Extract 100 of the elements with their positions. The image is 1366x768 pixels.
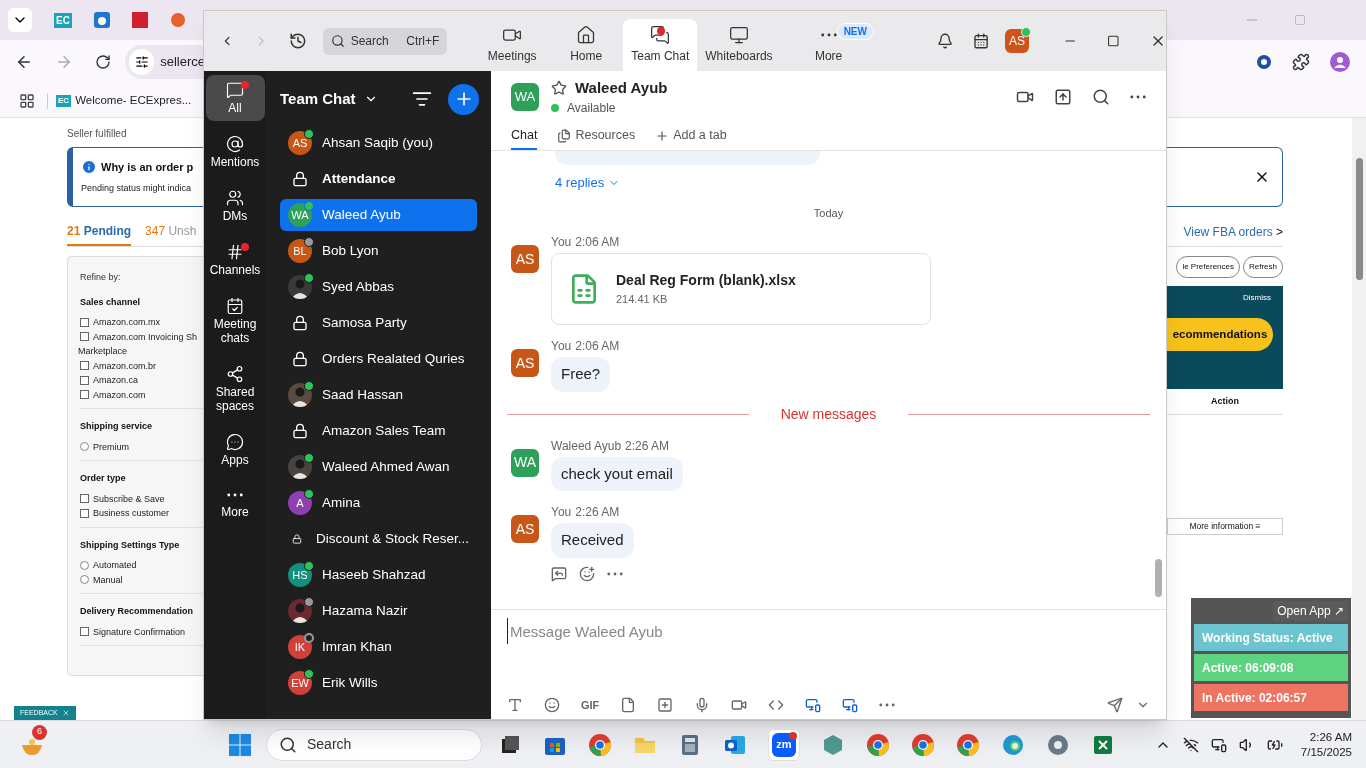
- file-icon[interactable]: [620, 697, 637, 713]
- dismiss-link[interactable]: Dismiss: [1243, 292, 1271, 304]
- chat-tab[interactable]: Chat: [511, 123, 538, 150]
- recommendations-button[interactable]: ecommendations: [1167, 318, 1273, 351]
- file-card[interactable]: Deal Reg Form (blank).xlsx 214.41 KB: [551, 253, 931, 325]
- sidebar-item[interactable]: Channels: [205, 237, 265, 283]
- format-icon[interactable]: [507, 697, 523, 713]
- checkbox[interactable]: [80, 332, 89, 342]
- send-icon[interactable]: [1107, 697, 1123, 713]
- checkbox[interactable]: [80, 361, 89, 371]
- bell-icon[interactable]: [936, 32, 953, 50]
- search-icon[interactable]: [1092, 88, 1110, 106]
- sidebar-item[interactable]: DMs: [205, 183, 265, 229]
- extensions-icon[interactable]: [1292, 53, 1310, 71]
- nav-tab[interactable]: Team Chat: [623, 19, 698, 71]
- chat-tab[interactable]: Resources: [557, 123, 636, 150]
- gear-icon[interactable]: [1046, 732, 1070, 757]
- calendar-icon[interactable]: [972, 32, 989, 50]
- open-app-button[interactable]: Open App ↗: [1273, 601, 1348, 621]
- history-icon[interactable]: [288, 31, 307, 51]
- browser-icon[interactable]: [911, 732, 935, 757]
- app-icon[interactable]: [131, 12, 148, 28]
- network-icon[interactable]: [1182, 736, 1199, 753]
- search-field[interactable]: Search Ctrl+F: [322, 27, 448, 55]
- filter-icon[interactable]: [412, 89, 432, 109]
- browser-icon[interactable]: [956, 732, 980, 757]
- app-icon[interactable]: [169, 12, 186, 28]
- chat-list-item[interactable]: AS Ahsan Saqib (you): [280, 127, 477, 159]
- more-icon[interactable]: [879, 703, 896, 707]
- list-title[interactable]: Team Chat: [280, 87, 356, 111]
- nav-tab[interactable]: NEW More: [780, 19, 877, 71]
- extension-icon[interactable]: [1256, 54, 1272, 70]
- chat-list-item[interactable]: A Amina: [280, 487, 477, 519]
- order-tab[interactable]: 21 Pending: [67, 217, 132, 246]
- checkbox[interactable]: [80, 390, 89, 400]
- sidebar-item[interactable]: Mentions: [205, 129, 265, 175]
- checkbox[interactable]: [80, 508, 89, 518]
- app-icon[interactable]: [821, 732, 845, 757]
- fba-orders-link[interactable]: View FBA orders >: [1183, 222, 1283, 241]
- browser-icon[interactable]: [588, 732, 612, 757]
- sidebar-item[interactable]: Apps: [205, 427, 265, 473]
- more-information-button[interactable]: More information ≡: [1167, 518, 1283, 535]
- checkbox[interactable]: [80, 317, 89, 327]
- apps-grid-icon[interactable]: [19, 92, 35, 109]
- message-field[interactable]: Message Waleed Ayub: [507, 618, 1150, 644]
- sidebar-item[interactable]: All: [205, 75, 265, 121]
- star-icon[interactable]: [551, 80, 567, 96]
- screenshot-icon[interactable]: [657, 697, 674, 713]
- address-bar[interactable]: sellerce: [125, 45, 205, 79]
- clock[interactable]: 2:26 AM 7/15/2025: [1300, 729, 1352, 760]
- reload-icon[interactable]: [95, 54, 111, 70]
- new-chat-button[interactable]: [448, 83, 479, 115]
- app-icon[interactable]: [805, 697, 822, 713]
- chat-list-item[interactable]: BL Bob Lyon: [280, 235, 477, 267]
- share-screen-icon[interactable]: [1054, 88, 1072, 106]
- video-icon[interactable]: [731, 697, 748, 713]
- chat-list-item[interactable]: Samosa Party: [280, 307, 477, 339]
- checkbox[interactable]: [80, 494, 89, 504]
- code-icon[interactable]: [768, 697, 785, 713]
- chat-list-item[interactable]: Hazama Nazir: [280, 595, 477, 627]
- back-icon[interactable]: [15, 53, 33, 71]
- display-icon[interactable]: [1210, 736, 1227, 753]
- edge-browser-icon[interactable]: [1001, 732, 1025, 757]
- more-icon[interactable]: [607, 571, 623, 576]
- radio-button[interactable]: [80, 442, 89, 452]
- chat-tab[interactable]: Add a tab: [655, 123, 727, 150]
- chat-list-item[interactable]: WA Waleed Ayub: [280, 199, 477, 231]
- scrollbar-thumb[interactable]: [1355, 158, 1363, 280]
- replies-link[interactable]: 4 replies: [555, 173, 621, 193]
- chat-list-item[interactable]: Amazon Sales Team: [280, 415, 477, 447]
- reply-icon[interactable]: [551, 565, 567, 582]
- contact-name[interactable]: Waleed Ayub: [575, 76, 668, 100]
- windows-icon[interactable]: [228, 732, 252, 757]
- chat-list-item[interactable]: Discount & Stock Reser...: [280, 523, 477, 555]
- radio-button[interactable]: [80, 575, 89, 585]
- browser-icon[interactable]: [866, 732, 890, 757]
- app-icon[interactable]: [93, 12, 110, 28]
- chat-list-item[interactable]: Attendance: [280, 163, 477, 195]
- radio-button[interactable]: [80, 560, 89, 570]
- chat-list-item[interactable]: Orders Realated Quries: [280, 343, 477, 375]
- dots-icon[interactable]: [820, 33, 837, 37]
- sidebar-item[interactable]: More: [205, 481, 265, 525]
- more-icon[interactable]: [1130, 95, 1146, 99]
- sidebar-item[interactable]: Shared spaces: [205, 359, 265, 419]
- chat-list-item[interactable]: IK Imran Khan: [280, 631, 477, 663]
- profile-icon[interactable]: [1330, 52, 1350, 72]
- tab-list-button[interactable]: [8, 8, 32, 32]
- app-icon[interactable]: [842, 697, 859, 713]
- emoji-icon[interactable]: [544, 697, 560, 713]
- chat-list-item[interactable]: Saad Hassan: [280, 379, 477, 411]
- site-settings-icon[interactable]: [134, 55, 149, 69]
- checkbox[interactable]: [80, 627, 89, 637]
- gif-button[interactable]: GIF: [581, 696, 600, 714]
- user-avatar[interactable]: AS: [1004, 29, 1029, 53]
- nav-tab[interactable]: Home: [549, 19, 624, 71]
- chat-list-item[interactable]: Syed Abbas: [280, 271, 477, 303]
- nav-tab[interactable]: Meetings: [475, 19, 550, 71]
- taskbar-search[interactable]: Search: [266, 728, 482, 761]
- maximize-icon[interactable]: [1107, 34, 1120, 48]
- chat-list-item[interactable]: EW Erik Wills: [280, 667, 477, 699]
